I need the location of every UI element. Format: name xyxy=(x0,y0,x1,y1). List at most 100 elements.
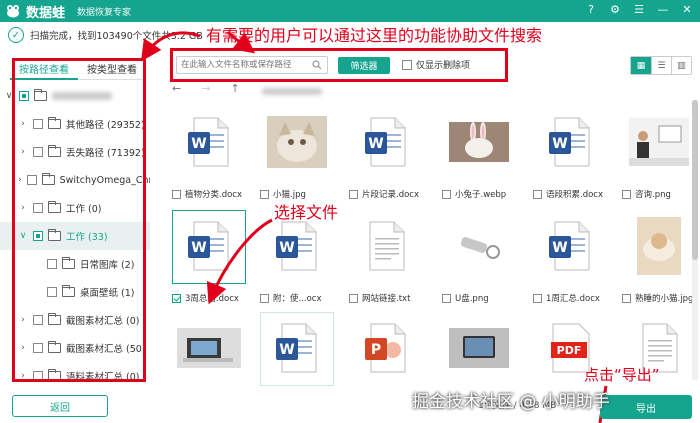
tree-checkbox[interactable] xyxy=(47,287,57,297)
tree-checkbox[interactable] xyxy=(47,259,57,269)
file-thumbnail[interactable]: W xyxy=(172,106,246,180)
file-checkbox[interactable] xyxy=(260,189,269,199)
tree-checkbox[interactable] xyxy=(33,203,43,213)
scrollbar[interactable] xyxy=(692,100,698,380)
app-name: 数据蛙 xyxy=(26,5,66,21)
chevron-right-icon[interactable]: › xyxy=(18,147,28,157)
file-thumbnail[interactable]: W xyxy=(533,210,607,284)
tree-checkbox[interactable] xyxy=(33,231,43,241)
chevron-right-icon[interactable]: › xyxy=(18,343,28,353)
tree-node-label: 丢失路径 (71392) xyxy=(66,148,145,159)
file-thumbnail[interactable] xyxy=(442,210,516,284)
file-checkbox[interactable] xyxy=(442,293,451,303)
chevron-down-icon[interactable]: ∨ xyxy=(18,231,28,241)
file-thumbnail[interactable] xyxy=(349,210,423,284)
help-icon[interactable]: ? xyxy=(584,3,598,16)
file-item-label[interactable]: 片段记录.docx xyxy=(349,188,419,200)
tree-node[interactable]: › 截图素材汇总 (0) xyxy=(0,306,150,334)
export-button[interactable]: 导出 xyxy=(600,395,692,419)
close-icon[interactable]: ✕ xyxy=(680,3,694,16)
tree-checkbox[interactable] xyxy=(33,147,43,157)
file-thumbnail[interactable]: W xyxy=(260,312,334,386)
tree-node[interactable]: › 丢失路径 (71392) xyxy=(0,138,150,166)
folder-icon xyxy=(48,313,61,325)
file-thumbnail[interactable]: P xyxy=(349,312,423,386)
tree-node[interactable]: ∨ xyxy=(0,82,150,110)
image-thumbnail xyxy=(449,225,509,269)
file-checkbox[interactable] xyxy=(622,189,631,199)
settings-icon[interactable]: ⚙ xyxy=(608,3,622,16)
file-thumbnail[interactable]: W xyxy=(172,210,246,284)
tab-by-path[interactable]: 按路径查看 xyxy=(10,58,78,80)
chevron-right-icon[interactable]: › xyxy=(18,175,22,185)
file-item-label[interactable]: 网站链接.txt xyxy=(349,292,410,304)
file-thumbnail[interactable] xyxy=(260,106,334,180)
grid-view-icon[interactable]: ▦ xyxy=(631,57,651,74)
chevron-right-icon[interactable]: › xyxy=(18,315,28,325)
svg-text:W: W xyxy=(552,136,567,152)
forward-arrow-icon[interactable]: → xyxy=(201,82,210,95)
file-thumbnail[interactable]: W xyxy=(533,106,607,180)
tree-checkbox[interactable] xyxy=(33,343,43,353)
menu-icon[interactable]: ☰ xyxy=(632,3,646,16)
file-thumbnail[interactable] xyxy=(442,106,516,180)
tab-by-type[interactable]: 按类型查看 xyxy=(78,58,146,80)
file-item-label[interactable]: U盘.png xyxy=(442,292,489,304)
tree-node[interactable]: › 截图素材汇总 (50) xyxy=(0,334,150,362)
file-item-label[interactable]: 附：使...ocx xyxy=(260,292,322,304)
tree-checkbox[interactable] xyxy=(33,371,43,381)
list-view-icon[interactable]: ☰ xyxy=(651,57,671,74)
chevron-right-icon[interactable]: › xyxy=(18,119,28,129)
file-thumbnail[interactable] xyxy=(622,210,692,284)
back-button[interactable]: 返回 xyxy=(12,395,108,417)
app-subtitle: 数据恢复专家 xyxy=(77,7,132,18)
annotation-click-export: 点击“导出” xyxy=(584,366,660,384)
detail-view-icon[interactable]: ▥ xyxy=(671,57,691,74)
back-arrow-icon[interactable]: ← xyxy=(172,82,181,95)
file-item-label[interactable]: 熟睡的小猫.jpg xyxy=(622,292,692,304)
file-item-label[interactable]: 小兔子.webp xyxy=(442,188,506,200)
tree-node[interactable]: › 语料素材汇总 (0) xyxy=(0,362,150,390)
tree-checkbox[interactable] xyxy=(19,91,29,101)
tree-checkbox[interactable] xyxy=(33,119,43,129)
file-checkbox[interactable] xyxy=(349,293,358,303)
file-item-label[interactable]: 咨询.png xyxy=(622,188,671,200)
file-checkbox[interactable] xyxy=(533,189,542,199)
up-arrow-icon[interactable]: ↑ xyxy=(230,82,239,95)
file-thumbnail[interactable] xyxy=(172,312,246,386)
chevron-right-icon[interactable]: › xyxy=(18,203,28,213)
file-checkbox[interactable] xyxy=(622,293,631,303)
file-checkbox[interactable] xyxy=(172,189,181,199)
view-switcher: ▦ ☰ ▥ xyxy=(630,56,692,75)
file-checkbox[interactable] xyxy=(349,189,358,199)
chevron-down-icon[interactable]: ∨ xyxy=(4,91,14,101)
tree-node[interactable]: › 其他路径 (29352) xyxy=(0,110,150,138)
file-checkbox[interactable] xyxy=(442,189,451,199)
tree-node[interactable]: ∨ 工作 (33) xyxy=(0,222,150,250)
tree-checkbox[interactable] xyxy=(33,315,43,325)
file-checkbox[interactable] xyxy=(260,293,269,303)
file-checkbox[interactable] xyxy=(533,293,542,303)
tree-node[interactable]: › SwitchyOmega_Chromiur xyxy=(0,166,150,194)
tree-node[interactable]: 日常图库 (2) xyxy=(0,250,150,278)
file-name: 3周总结.docx xyxy=(185,294,239,304)
file-item-label[interactable]: 3周总结.docx xyxy=(172,292,239,304)
tree-checkbox[interactable] xyxy=(26,175,37,185)
tree-node[interactable]: › 工作 (0) xyxy=(0,194,150,222)
file-thumbnail[interactable]: W xyxy=(349,106,423,180)
scan-status-text: 扫描完成，找到103490个文件共3.2 GB xyxy=(30,31,203,42)
file-item-label[interactable]: 语段积累.docx xyxy=(533,188,603,200)
chevron-right-icon[interactable]: › xyxy=(18,371,28,381)
file-thumbnail[interactable] xyxy=(442,312,516,386)
file-item-label[interactable]: 1周汇总.docx xyxy=(533,292,600,304)
tree-node[interactable]: 桌面壁纸 (1) xyxy=(0,278,150,306)
file-checkbox[interactable] xyxy=(172,293,181,303)
folder-tree: ∨ › 其他路径 (29352) › 丢失路径 (71392) › SwitchyOmega… xyxy=(0,82,150,390)
word-file-icon: W xyxy=(186,220,232,275)
file-thumbnail[interactable] xyxy=(622,106,692,180)
scrollbar-thumb[interactable] xyxy=(692,100,698,260)
folder-icon xyxy=(48,201,61,213)
file-item-label[interactable]: 植物分类.docx xyxy=(172,188,242,200)
word-file-icon: W xyxy=(547,116,593,171)
minimize-icon[interactable]: — xyxy=(656,3,670,16)
